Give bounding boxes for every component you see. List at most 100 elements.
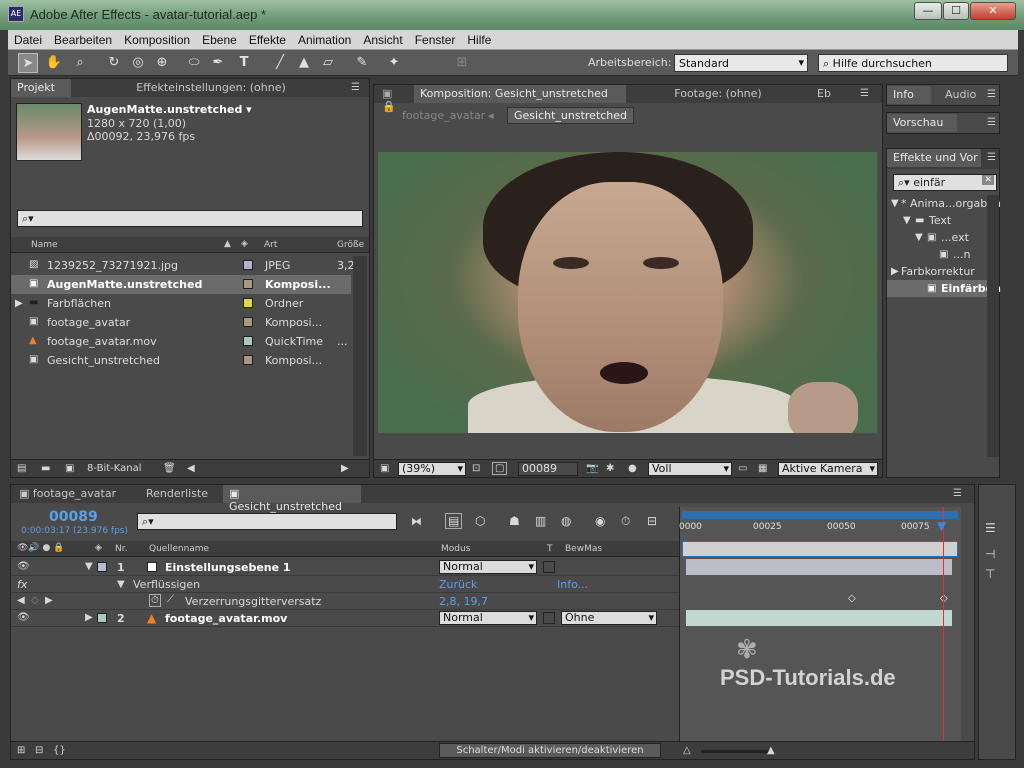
timeline-search-input[interactable]: ⌕▾ bbox=[137, 513, 397, 530]
keyframe-icon[interactable]: ◇ bbox=[848, 593, 856, 604]
resolution-select[interactable]: Voll ▾ bbox=[648, 462, 732, 476]
column-name[interactable]: Name bbox=[31, 240, 58, 250]
timeline-current-time[interactable]: 00089 bbox=[49, 509, 98, 525]
menu-effekte[interactable]: Effekte bbox=[243, 30, 292, 47]
camera-track-icon[interactable]: ⊕ bbox=[152, 53, 172, 73]
lock-icon[interactable]: ▣🔒 bbox=[376, 85, 406, 113]
timeline-graph-area[interactable]: ◇ ◇ ▼ PSD-Tutorials.de ✾ bbox=[679, 507, 961, 741]
snapshot-icon[interactable]: 📷 bbox=[586, 463, 598, 474]
column-mode[interactable]: Modus bbox=[441, 544, 470, 554]
region-of-interest-icon[interactable]: ▭ bbox=[738, 463, 747, 474]
panel-menu-icon[interactable]: ☰ bbox=[860, 88, 869, 99]
effect-row[interactable]: fx ▼ Verflüssigen Zurück Info... bbox=[11, 576, 679, 593]
effect-info-link[interactable]: Info... bbox=[557, 578, 588, 591]
layer-row-1[interactable]: 👁 ▼ 1 Einstellungsebene 1 Normal ▾ bbox=[11, 559, 679, 576]
effects-scrollbar[interactable] bbox=[987, 195, 999, 457]
label-color-swatch[interactable] bbox=[243, 279, 253, 289]
layer-name[interactable]: Einstellungsebene 1 bbox=[165, 561, 291, 574]
new-folder-icon[interactable]: ▬ bbox=[41, 463, 50, 474]
project-item[interactable]: ▶ ▬ Farbflächen Ordner bbox=[11, 294, 351, 313]
tab-render-queue[interactable]: Renderliste bbox=[135, 485, 219, 503]
panel-menu-icon[interactable]: ☰ bbox=[953, 488, 962, 499]
label-color-swatch[interactable] bbox=[97, 613, 107, 623]
trkmat-select[interactable]: Ohne ▾ bbox=[561, 611, 657, 625]
tab-footage[interactable]: Footage: (ohne) bbox=[638, 85, 798, 103]
expand-triangle-icon[interactable]: ▼ bbox=[117, 579, 125, 590]
menu-datei[interactable]: Datei bbox=[8, 30, 48, 47]
current-time-field[interactable]: 00089 bbox=[518, 462, 578, 476]
tab-info[interactable]: Info bbox=[887, 86, 931, 104]
hand-tool-icon[interactable]: ✋ bbox=[44, 53, 64, 73]
maximize-button[interactable]: ☐ bbox=[943, 2, 969, 20]
effects-tree-item[interactable]: ▣ Einfärben bbox=[887, 280, 1001, 297]
puppet-pin-icon[interactable]: ✦ bbox=[384, 53, 404, 73]
breadcrumb-footage-avatar[interactable]: footage_avatar bbox=[402, 109, 485, 122]
next-keyframe-icon[interactable]: ▶ bbox=[45, 595, 53, 606]
tab-gesicht-unstretched[interactable]: ▣ Gesicht_unstretched bbox=[223, 485, 361, 513]
arrange-icon[interactable]: ⊤ bbox=[985, 567, 995, 581]
playhead-icon[interactable]: ▼ bbox=[937, 519, 946, 533]
zoom-slider[interactable] bbox=[701, 750, 771, 753]
ellipse-tool-icon[interactable]: ⬭ bbox=[184, 53, 204, 73]
layer-name[interactable]: footage_avatar.mov bbox=[165, 612, 287, 625]
always-preview-icon[interactable]: ▣ bbox=[380, 463, 389, 474]
expand-triangle-icon[interactable]: ▼ bbox=[903, 215, 911, 226]
rotate-tool-icon[interactable]: ↻ bbox=[104, 53, 124, 73]
graph-editor-icon[interactable]: ⊟ bbox=[647, 514, 657, 528]
motion-blur-icon[interactable]: ◍ bbox=[561, 514, 571, 528]
preserve-transparency-checkbox[interactable] bbox=[543, 612, 555, 624]
zoom-out-icon[interactable]: △ bbox=[683, 745, 691, 756]
interpret-footage-icon[interactable]: ▤ bbox=[17, 463, 26, 474]
scroll-left-icon[interactable]: ◀ bbox=[187, 463, 195, 474]
property-row[interactable]: ◀ ◇ ▶ ⏱ ⟋ Verzerrungsgitterversatz 2,8, … bbox=[11, 593, 679, 610]
effect-name[interactable]: Verflüssigen bbox=[133, 578, 200, 591]
expand-triangle-icon[interactable]: ▶ bbox=[85, 612, 93, 623]
expand-triangle-icon[interactable]: ▶ bbox=[15, 298, 23, 309]
draft-3d-icon[interactable]: ⬡ bbox=[475, 514, 485, 528]
layer-bar-1[interactable] bbox=[686, 559, 952, 575]
project-scrollbar[interactable] bbox=[353, 256, 367, 456]
expand-triangle-icon[interactable]: ▶ bbox=[891, 266, 899, 277]
expand-triangle-icon[interactable]: ▼ bbox=[891, 198, 899, 209]
composition-mini-flowchart-icon[interactable]: ⧓ bbox=[411, 515, 422, 528]
tab-audio[interactable]: Audio bbox=[939, 86, 983, 104]
project-item[interactable]: ▲ footage_avatar.mov QuickTime... bbox=[11, 332, 351, 351]
fx-icon[interactable]: fx bbox=[17, 578, 27, 591]
align-icon[interactable]: ☰ bbox=[985, 521, 996, 535]
effects-tree-item[interactable]: ▼ ▬ Text bbox=[887, 212, 987, 229]
menu-animation[interactable]: Animation bbox=[292, 30, 357, 47]
project-item[interactable]: ▣ AugenMatte.unstretched Komposi... bbox=[11, 275, 351, 294]
project-item[interactable]: ▣ footage_avatar Komposi... bbox=[11, 313, 351, 332]
expand-switches-icon[interactable]: ⊞ bbox=[17, 745, 25, 756]
graph-icon[interactable]: ⟋ bbox=[167, 594, 174, 605]
label-color-swatch[interactable] bbox=[243, 298, 253, 308]
new-composition-icon[interactable]: ▣ bbox=[65, 463, 74, 474]
tab-layer[interactable]: Eb bbox=[804, 85, 844, 103]
menu-fenster[interactable]: Fenster bbox=[409, 30, 462, 47]
auto-keyframe-icon[interactable]: ⏱ bbox=[621, 514, 630, 529]
expand-triangle-icon[interactable]: ▼ bbox=[915, 232, 923, 243]
expand-modes-icon[interactable]: ⊟ bbox=[35, 745, 43, 756]
workspace-select[interactable]: Standard ▾ bbox=[674, 54, 808, 72]
project-item[interactable]: ▨ 1239252_73271921.jpg JPEG 3,2 bbox=[11, 256, 355, 275]
column-trkmat[interactable]: BewMas bbox=[565, 544, 602, 554]
stopwatch-icon[interactable]: ⏱ bbox=[149, 594, 161, 607]
panel-menu-icon[interactable]: ☰ bbox=[987, 89, 996, 100]
zoom-in-icon[interactable]: ▲ bbox=[767, 745, 775, 756]
panel-menu-icon[interactable]: ☰ bbox=[351, 82, 360, 93]
menu-ansicht[interactable]: Ansicht bbox=[357, 30, 408, 47]
label-color-swatch[interactable] bbox=[243, 317, 253, 327]
sort-icon[interactable]: ▲ bbox=[224, 239, 231, 249]
transparency-grid-icon[interactable]: ▦ bbox=[758, 463, 767, 474]
distribute-icon[interactable]: ⊣ bbox=[985, 547, 995, 561]
menu-komposition[interactable]: Komposition bbox=[118, 30, 196, 47]
eraser-tool-icon[interactable]: ▱ bbox=[318, 53, 338, 73]
label-color-swatch[interactable] bbox=[243, 336, 253, 346]
panel-menu-icon[interactable]: ☰ bbox=[987, 152, 996, 163]
camera-select[interactable]: Aktive Kamera ▾ bbox=[778, 462, 878, 476]
hide-shy-icon[interactable]: ☗ bbox=[509, 514, 520, 528]
effects-search-input[interactable]: ⌕▾ einfär ✕ bbox=[893, 174, 997, 191]
effect-reset-link[interactable]: Zurück bbox=[439, 578, 477, 591]
preserve-transparency-checkbox[interactable] bbox=[543, 561, 555, 573]
label-color-swatch[interactable] bbox=[97, 562, 107, 572]
